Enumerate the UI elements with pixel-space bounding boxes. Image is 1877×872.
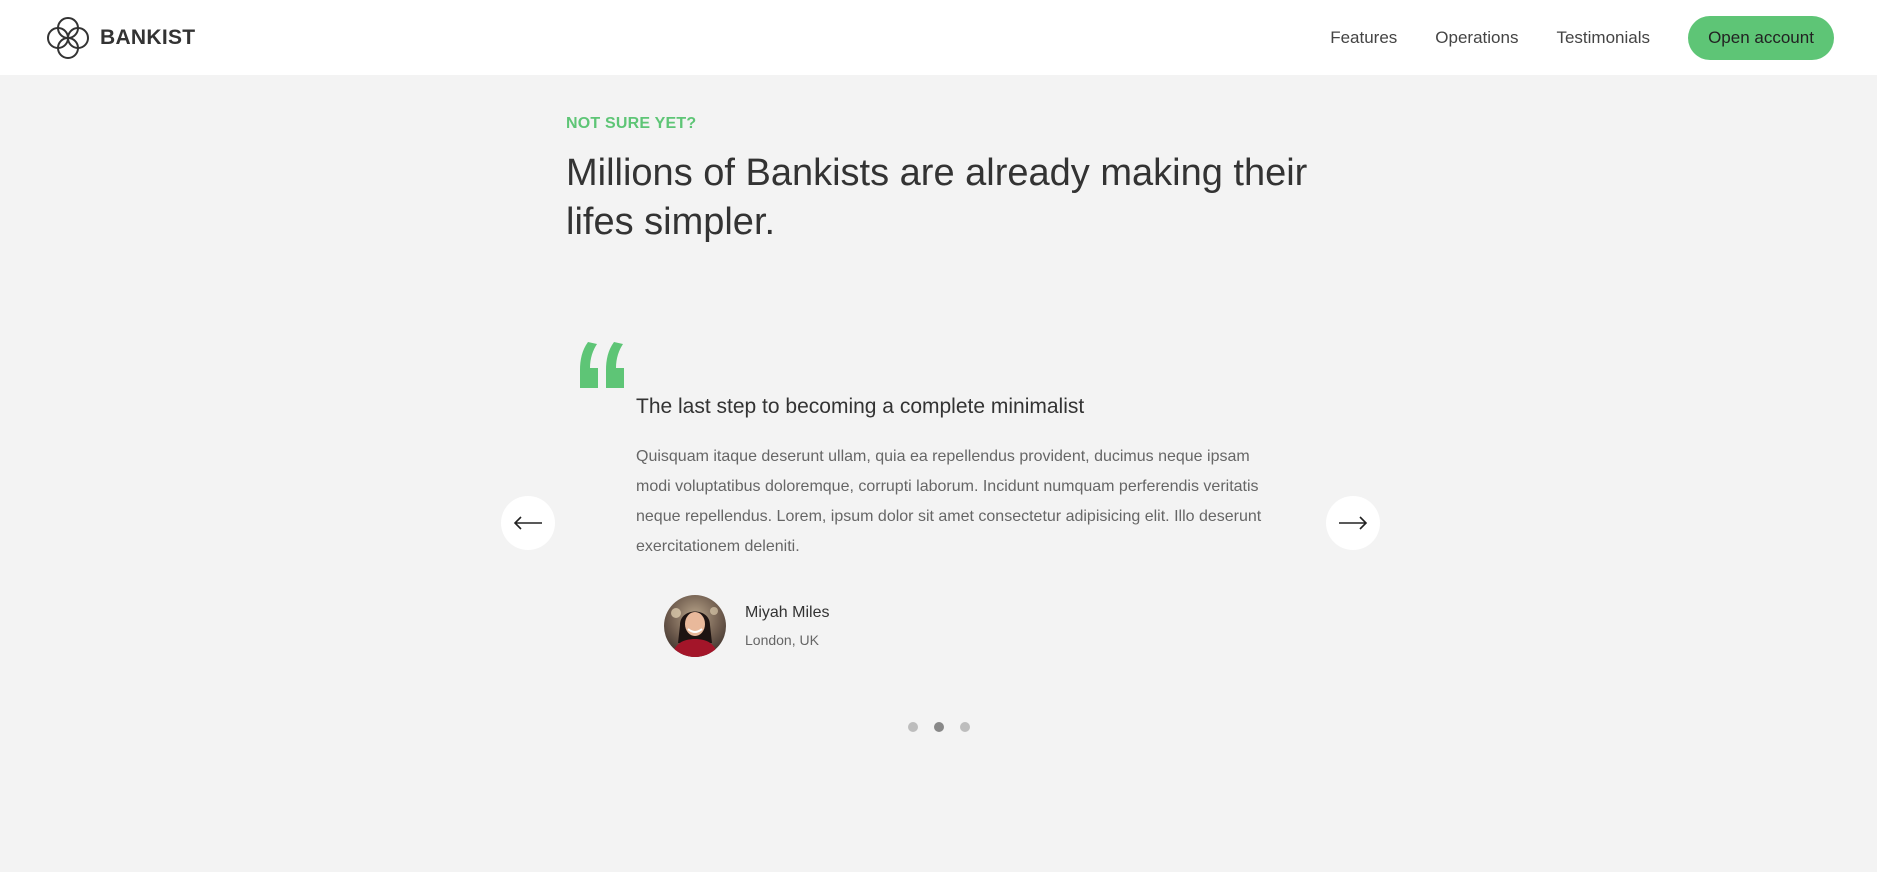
section-description: NOT SURE YET?	[566, 115, 697, 132]
bankist-logo-icon	[47, 16, 89, 59]
nav-link-testimonials[interactable]: Testimonials	[1556, 28, 1650, 48]
arrow-left-icon	[513, 516, 542, 530]
author-avatar	[664, 595, 726, 657]
testimonial-text: Quisquam itaque deserunt ullam, quia ea …	[636, 448, 1262, 555]
testimonial-slider: The last step to becoming a complete min…	[0, 330, 1877, 750]
brand-name: BANKIST	[100, 25, 196, 49]
section-header: NOT SURE YET? Millions of Bankists are a…	[566, 115, 1346, 248]
top-nav: BANKIST Features Operations Testimonials…	[0, 0, 1877, 75]
quote-icon	[580, 342, 624, 388]
nav-link-operations[interactable]: Operations	[1435, 28, 1518, 48]
nav-links: Features Operations Testimonials Open ac…	[1292, 15, 1834, 60]
slider-next-button[interactable]	[1326, 496, 1380, 550]
section-title: Millions of Bankists are already making …	[566, 152, 1308, 244]
brand[interactable]: BANKIST	[46, 16, 195, 60]
open-account-button[interactable]: Open account	[1688, 15, 1834, 60]
nav-link-features[interactable]: Features	[1330, 28, 1397, 48]
arrow-right-icon	[1339, 516, 1368, 530]
testimonial-author: Miyah Miles London, UK	[664, 595, 829, 657]
slider-dot-1[interactable]	[908, 722, 918, 732]
author-name: Miyah Miles	[745, 604, 830, 621]
slider-prev-button[interactable]	[501, 496, 555, 550]
author-info: Miyah Miles London, UK	[745, 604, 829, 648]
slider-dot-2[interactable]	[934, 722, 944, 732]
testimonial-header: The last step to becoming a complete min…	[636, 395, 1085, 418]
author-location: London, UK	[745, 632, 819, 648]
slider-dot-3[interactable]	[960, 722, 970, 732]
slider-dots	[908, 722, 970, 732]
